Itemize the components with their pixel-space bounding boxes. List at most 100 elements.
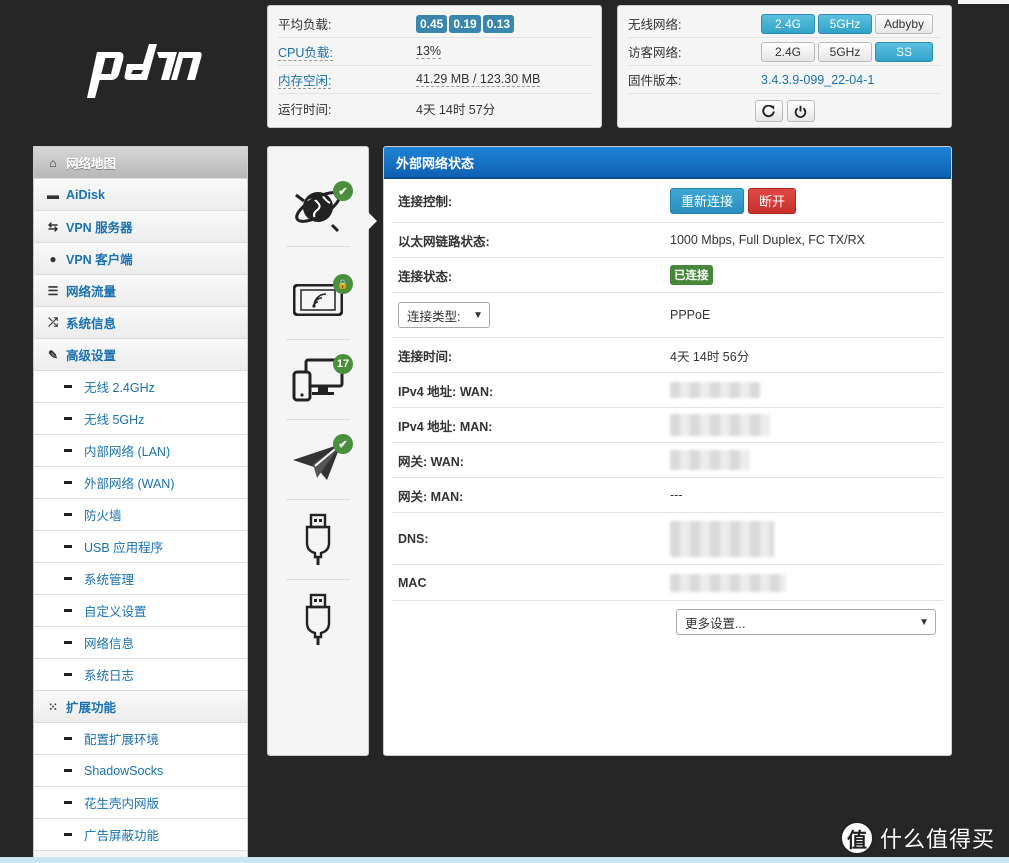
sidebar-sub-adblock[interactable]: 广告屏蔽功能 [34, 819, 247, 851]
device-internet[interactable]: ✔ [286, 167, 353, 247]
ipv4-wan-row: IPv4 地址: WAN: [392, 373, 943, 408]
dns-label: DNS: [398, 531, 429, 546]
dash-icon [64, 481, 72, 484]
sidebar-sub-label: 无线 5GHz [84, 413, 145, 427]
wifi-5g-toggle[interactable]: 5GHz [818, 13, 872, 34]
mac-label: MAC [398, 575, 427, 590]
sidebar-sub-system-admin[interactable]: 系统管理 [34, 563, 247, 595]
dash-icon [64, 801, 72, 804]
sidebar-sub-label: 网络信息 [84, 637, 135, 651]
time-value: 4天 14时 56分 [670, 349, 750, 364]
random-icon: ⤮ [48, 315, 58, 329]
refresh-icon[interactable] [754, 100, 783, 122]
sidebar-sub-netinfo[interactable]: 网络信息 [34, 627, 247, 659]
sidebar-item-system-info[interactable]: ⤮ 系统信息 [34, 307, 247, 339]
sidebar-sub-label: 配置扩展环境 [84, 733, 160, 747]
dash-icon [64, 577, 72, 580]
usb-icon [305, 593, 331, 645]
dash-icon [64, 513, 72, 516]
memory-value: 41.29 MB / 123.30 MB [416, 72, 541, 87]
wifi-row: 无线网络: 2.4G 5GHz Adbyby [628, 10, 941, 38]
sidebar-sub-ext-env[interactable]: 配置扩展环境 [34, 723, 247, 755]
more-settings-select[interactable]: 更多设置... ▼ [676, 609, 936, 635]
sidebar-sub-syslog[interactable]: 系统日志 [34, 659, 247, 691]
sidebar-sub-oray[interactable]: 花生壳内网版 [34, 787, 247, 819]
dns-row: DNS: [392, 513, 943, 565]
guest-5g-toggle[interactable]: 5GHz [818, 41, 872, 62]
sidebar-sub-firewall[interactable]: 防火墙 [34, 499, 247, 531]
time-label: 连接时间: [398, 349, 453, 364]
cpu-value: 13% [416, 44, 442, 59]
tasks-icon: ☰ [47, 283, 59, 298]
sidebar-sub-label: USB 应用程序 [84, 541, 164, 555]
sidebar-sub-wan[interactable]: 外部网络 (WAN) [34, 467, 247, 499]
device-proxy[interactable]: ✔ [286, 420, 353, 500]
device-usb-2[interactable] [286, 580, 350, 660]
ss-toggle[interactable]: SS [875, 41, 933, 62]
sidebar-item-network-map[interactable]: ⌂ 网络地图 [34, 147, 247, 179]
dash-icon [64, 673, 72, 676]
sidebar-sub-wireless-24g[interactable]: 无线 2.4GHz [34, 371, 247, 403]
sidebar-sub-label: 系统日志 [84, 669, 135, 683]
redacted-ipv4-wan [670, 382, 760, 398]
cpu-load-link[interactable]: CPU负载: [278, 46, 333, 61]
dash-icon [64, 641, 72, 644]
gw-wan-label: 网关: WAN: [398, 454, 464, 469]
adbyby-toggle[interactable]: Adbyby [875, 13, 933, 34]
sidebar-sub-label: 防火墙 [84, 509, 122, 523]
select-label: 更多设置... [685, 616, 746, 631]
sidebar-sub-custom[interactable]: 自定义设置 [34, 595, 247, 627]
sidebar-sub-label: 系统管理 [84, 573, 135, 587]
check-badge: ✔ [333, 434, 353, 454]
select-label: 连接类型: [407, 309, 461, 324]
connection-state-row: 连接状态: 已连接 [392, 258, 943, 293]
sidebar-item-traffic[interactable]: ☰ 网络流量 [34, 275, 247, 307]
sidebar-sub-label: 花生壳内网版 [84, 797, 160, 811]
brand-logo [87, 44, 202, 98]
sidebar-item-label: VPN 客户端 [66, 253, 133, 267]
dash-icon [64, 769, 72, 772]
guest-row: 访客网络: 2.4G 5GHz SS [628, 38, 941, 66]
guest-24g-toggle[interactable]: 2.4G [761, 41, 815, 62]
redacted-gateway-wan [670, 450, 750, 470]
reconnect-button[interactable]: 重新连接 [670, 187, 745, 214]
mac-row: MAC [392, 565, 943, 601]
redacted-dns [670, 520, 774, 557]
wifi-24g-toggle[interactable]: 2.4G [761, 13, 815, 34]
sidebar-sub-usb-apps[interactable]: USB 应用程序 [34, 531, 247, 563]
sidebar-item-aidisk[interactable]: ▬ AiDisk [34, 179, 247, 211]
gw-man-value: --- [670, 488, 683, 502]
connection-type-select[interactable]: 连接类型: ▼ [398, 302, 490, 328]
cpu-row: CPU负载: 13% [278, 38, 591, 66]
connection-type-row: 连接类型: ▼ PPPoE [392, 293, 943, 338]
sidebar-sub-label: 广告屏蔽功能 [84, 829, 160, 843]
sidebar-item-label: 扩展功能 [66, 701, 117, 715]
device-usb-1[interactable] [286, 500, 350, 580]
sidebar-item-label: 高级设置 [66, 349, 117, 363]
guest-label: 访客网络: [628, 46, 682, 60]
memory-free-link[interactable]: 内存空闲: [278, 74, 332, 89]
sidebar-item-label: 网络地图 [66, 157, 117, 171]
sidebar-item-advanced[interactable]: ✎ 高级设置 [34, 339, 247, 371]
watermark-text: 什么值得买 [880, 827, 996, 852]
ipv4-wan-label: IPv4 地址: WAN: [398, 384, 494, 399]
sidebar-item-label: 网络流量 [66, 285, 117, 299]
firmware-version-link[interactable]: 3.4.3.9-099_22-04-1 [761, 73, 874, 87]
uptime-row: 运行时间: 4天 14时 57分 [278, 94, 591, 122]
sidebar-sub-lan[interactable]: 内部网络 (LAN) [34, 435, 247, 467]
sidebar-item-vpn-client[interactable]: ● VPN 客户端 [34, 243, 247, 275]
disconnect-button[interactable]: 断开 [748, 187, 797, 214]
connection-time-row: 连接时间: 4天 14时 56分 [392, 338, 943, 373]
sidebar-sub-shadowsocks[interactable]: ShadowSocks [34, 755, 247, 787]
bottom-edge [0, 857, 1009, 863]
load-5min-badge: 0.19 [449, 14, 481, 33]
sidebar-sub-wireless-5g[interactable]: 无线 5GHz [34, 403, 247, 435]
selection-arrow [368, 212, 377, 230]
sidebar-item-label: VPN 服务器 [66, 221, 133, 235]
device-wireless[interactable]: 🔒 [286, 260, 353, 340]
device-clients[interactable]: 17 [286, 340, 353, 420]
sidebar-item-extensions[interactable]: ⁙ 扩展功能 [34, 691, 247, 723]
power-icon[interactable] [786, 100, 815, 122]
sidebar-item-vpn-server[interactable]: ⇆ VPN 服务器 [34, 211, 247, 243]
memory-row: 内存空闲: 41.29 MB / 123.30 MB [278, 66, 591, 94]
